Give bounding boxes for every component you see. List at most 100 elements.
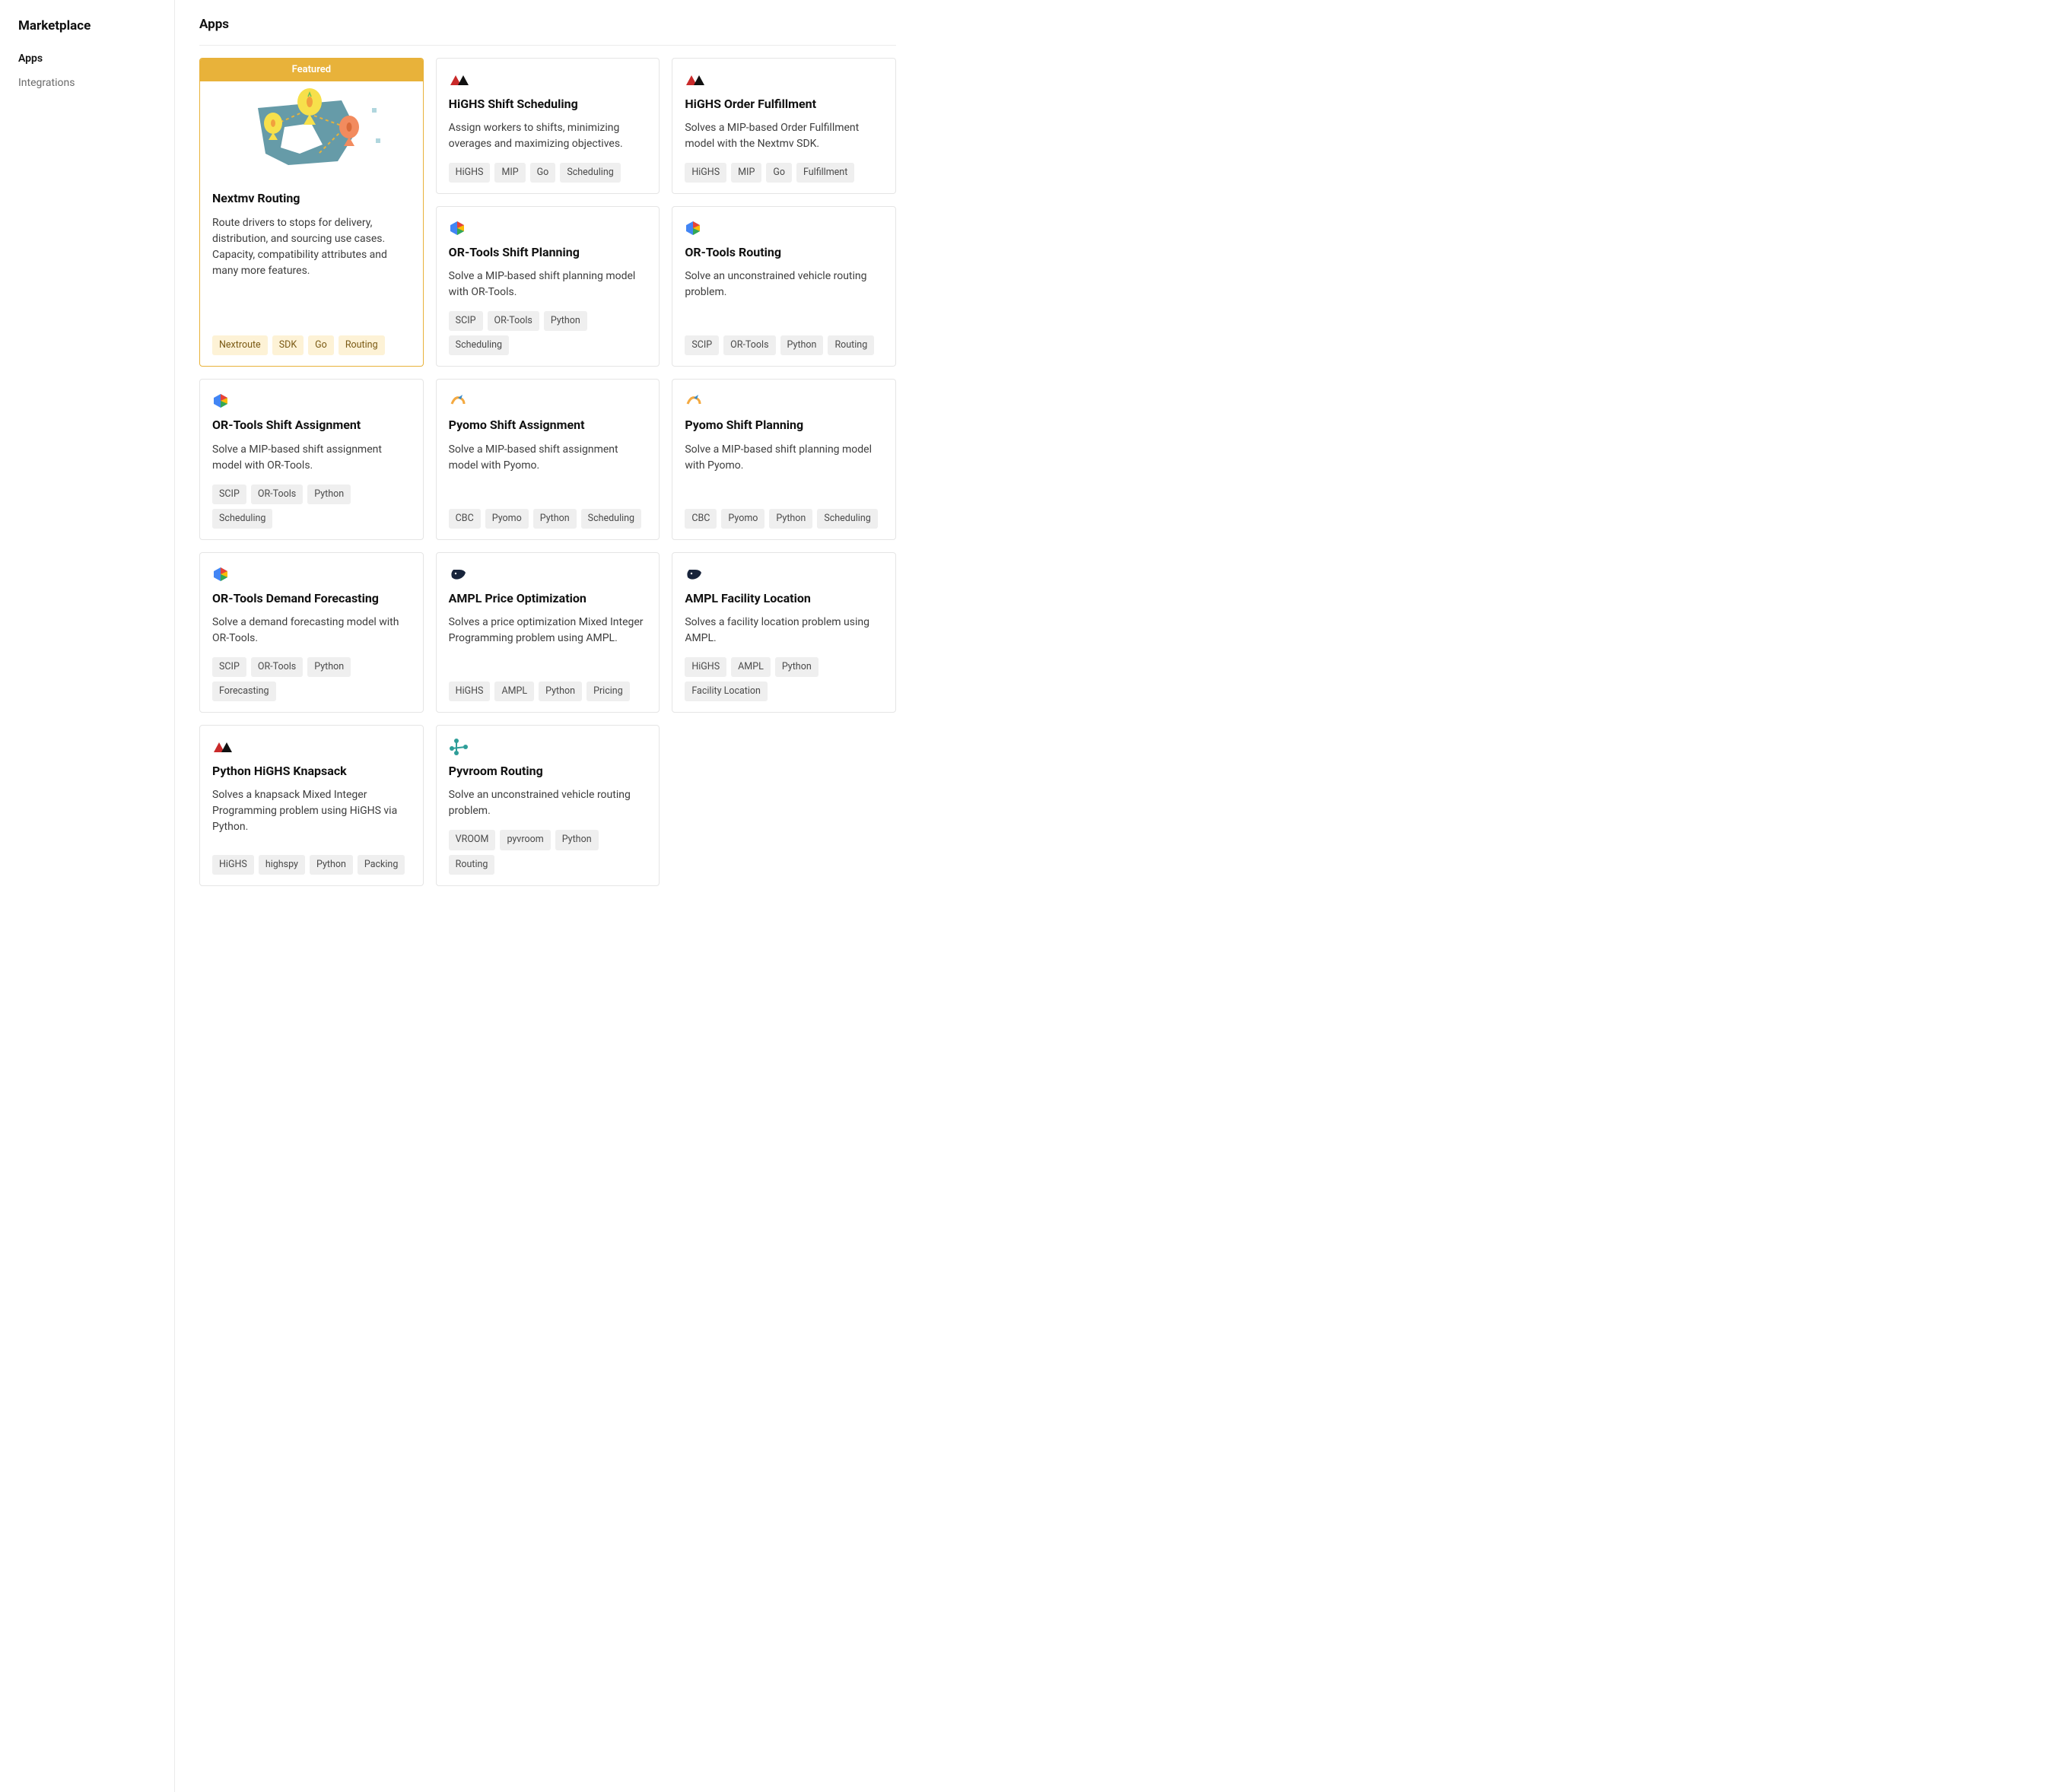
card-description: Solves a knapsack Mixed Integer Programm… (212, 787, 411, 844)
card-highs-shift-scheduling[interactable]: HiGHS Shift Scheduling Assign workers to… (436, 58, 660, 194)
tag-row: SCIP OR-Tools Python Routing (685, 335, 883, 355)
card-ortools-routing[interactable]: OR-Tools Routing Solve an unconstrained … (672, 206, 896, 367)
tag-row: HiGHS AMPL Python Pricing (449, 682, 647, 701)
tag-row: SCIP OR-Tools Python Forecasting (212, 657, 411, 701)
tag: Packing (358, 855, 405, 875)
tag: pyvroom (500, 830, 550, 850)
tag: Python (544, 311, 587, 331)
card-pyomo-shift-planning[interactable]: Pyomo Shift Planning Solve a MIP-based s… (672, 379, 896, 539)
tag: OR-Tools (723, 335, 775, 355)
tag: Facility Location (685, 682, 768, 701)
tag: Nextroute (212, 335, 268, 355)
card-pyvroom-routing[interactable]: Pyvroom Routing Solve an unconstrained v… (436, 725, 660, 885)
tag: HiGHS (685, 657, 726, 677)
pyomo-icon (449, 393, 470, 408)
tag-row: HiGHS MIP Go Scheduling (449, 163, 647, 183)
ortools-icon (212, 393, 234, 408)
sidebar-item-integrations[interactable]: Integrations (18, 74, 156, 92)
sidebar-item-apps[interactable]: Apps (18, 49, 156, 68)
tag: MIP (731, 163, 761, 183)
card-title: Pyomo Shift Assignment (449, 416, 647, 434)
tag: highspy (259, 855, 305, 875)
tag: MIP (494, 163, 525, 183)
tag: Python (555, 830, 599, 850)
tag-row: HiGHS MIP Go Fulfillment (685, 163, 883, 183)
tag-row: HiGHS highspy Python Packing (212, 855, 411, 875)
tag-row: SCIP OR-Tools Python Scheduling (212, 485, 411, 529)
card-description: Solve a demand forecasting model with OR… (212, 615, 411, 647)
card-title: Python HiGHS Knapsack (212, 762, 411, 780)
tag: Scheduling (581, 509, 641, 529)
ortools-icon (449, 221, 470, 236)
card-description: Solve an unconstrained vehicle routing p… (449, 787, 647, 819)
tag: Fulfillment (796, 163, 854, 183)
highs-icon (449, 72, 470, 87)
card-title: Pyvroom Routing (449, 762, 647, 780)
sidebar-nav: Apps Integrations (18, 49, 156, 93)
tag: SCIP (685, 335, 719, 355)
card-description: Solve an unconstrained vehicle routing p… (685, 268, 883, 325)
sidebar-title: Marketplace (18, 17, 156, 36)
tag: CBC (685, 509, 717, 529)
card-ortools-demand-forecasting[interactable]: OR-Tools Demand Forecasting Solve a dema… (199, 552, 424, 713)
card-description: Solve a MIP-based shift assignment model… (212, 442, 411, 474)
tag: SCIP (212, 657, 246, 677)
tag: AMPL (731, 657, 771, 677)
tag: Scheduling (817, 509, 877, 529)
tag: OR-Tools (251, 657, 303, 677)
card-title: Pyomo Shift Planning (685, 416, 883, 434)
tag: Python (307, 657, 351, 677)
ortools-icon (212, 567, 234, 582)
tag: Python (539, 682, 582, 701)
vroom-icon (449, 739, 470, 755)
ampl-icon (449, 567, 470, 582)
tag: HiGHS (685, 163, 726, 183)
tag: Routing (339, 335, 385, 355)
tag: Scheduling (560, 163, 620, 183)
card-title: Nextmv Routing (212, 189, 411, 207)
card-pyomo-shift-assignment[interactable]: Pyomo Shift Assignment Solve a MIP-based… (436, 379, 660, 539)
tag: Routing (828, 335, 874, 355)
tag: OR-Tools (488, 311, 539, 331)
card-ampl-facility-location[interactable]: AMPL Facility Location Solves a facility… (672, 552, 896, 713)
card-title: AMPL Facility Location (685, 589, 883, 607)
main-content: Apps Featured (175, 0, 920, 1792)
card-title: HiGHS Shift Scheduling (449, 95, 647, 113)
card-ortools-shift-planning[interactable]: OR-Tools Shift Planning Solve a MIP-base… (436, 206, 660, 367)
tag-row: VROOM pyvroom Python Routing (449, 830, 647, 874)
tag: Python (775, 657, 819, 677)
card-ampl-price-optimization[interactable]: AMPL Price Optimization Solves a price o… (436, 552, 660, 713)
tag-row: HiGHS AMPL Python Facility Location (685, 657, 883, 701)
tag: Python (533, 509, 577, 529)
tag: Pyomo (485, 509, 529, 529)
tag-row: SCIP OR-Tools Python Scheduling (449, 311, 647, 355)
card-description: Solves a MIP-based Order Fulfillment mod… (685, 120, 883, 152)
card-python-highs-knapsack[interactable]: Python HiGHS Knapsack Solves a knapsack … (199, 725, 424, 885)
tag: Pricing (586, 682, 630, 701)
tag: Forecasting (212, 682, 276, 701)
card-featured-nextmv-routing[interactable]: Featured (199, 58, 424, 367)
tag: SCIP (449, 311, 483, 331)
tag: Go (308, 335, 334, 355)
featured-banner: Featured (200, 59, 423, 82)
card-title: OR-Tools Demand Forecasting (212, 589, 411, 607)
page-title: Apps (199, 15, 896, 46)
ampl-icon (685, 567, 706, 582)
tag: Scheduling (449, 335, 509, 355)
tag: Go (530, 163, 556, 183)
tag: AMPL (494, 682, 534, 701)
card-title: AMPL Price Optimization (449, 589, 647, 607)
card-description: Solves a price optimization Mixed Intege… (449, 615, 647, 671)
pyomo-icon (685, 393, 706, 408)
tag: HiGHS (212, 855, 254, 875)
card-description: Solve a MIP-based shift planning model w… (685, 442, 883, 498)
card-description: Solves a facility location problem using… (685, 615, 883, 647)
card-highs-order-fulfillment[interactable]: HiGHS Order Fulfillment Solves a MIP-bas… (672, 58, 896, 194)
tag-row: CBC Pyomo Python Scheduling (685, 509, 883, 529)
highs-icon (212, 739, 234, 755)
app-grid: Featured (199, 58, 896, 886)
tag: Routing (449, 855, 495, 875)
tag: VROOM (449, 830, 496, 850)
card-ortools-shift-assignment[interactable]: OR-Tools Shift Assignment Solve a MIP-ba… (199, 379, 424, 539)
tag: CBC (449, 509, 481, 529)
